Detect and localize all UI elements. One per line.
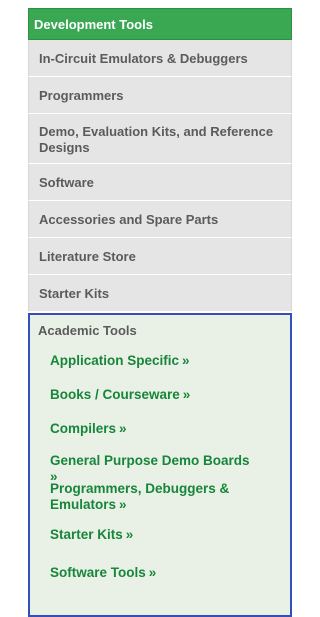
link-label: Programmers, Debuggers & Emulators bbox=[50, 481, 230, 512]
link-label: General Purpose Demo Boards bbox=[50, 453, 250, 468]
double-chevron-icon: » bbox=[125, 527, 134, 542]
double-chevron-icon: » bbox=[119, 421, 127, 436]
link-label: Books / Courseware bbox=[50, 387, 180, 402]
menu-item-programmers[interactable]: Programmers bbox=[28, 77, 292, 114]
link-programmers-debuggers-emulators[interactable]: Programmers, Debuggers & Emulators» bbox=[50, 481, 286, 513]
double-chevron-icon: » bbox=[182, 353, 190, 368]
menu-item-label: Literature Store bbox=[39, 248, 136, 264]
link-compilers[interactable]: Compilers» bbox=[50, 421, 286, 437]
menu-item-label: Software bbox=[39, 174, 94, 190]
menu-item-label: Accessories and Spare Parts bbox=[39, 211, 219, 227]
menu-item-starter-kits[interactable]: Starter Kits bbox=[28, 275, 292, 312]
academic-tools-title[interactable]: Academic Tools bbox=[30, 315, 290, 347]
link-label: Application Specific bbox=[50, 353, 180, 368]
menu-item-software[interactable]: Software bbox=[28, 164, 292, 201]
double-chevron-icon: » bbox=[119, 497, 127, 512]
menu-item-label: Programmers bbox=[39, 87, 124, 103]
double-chevron-icon: » bbox=[182, 387, 191, 402]
link-label: Starter Kits bbox=[50, 527, 123, 542]
menu-item-literature-store[interactable]: Literature Store bbox=[28, 238, 292, 275]
link-starter-kits[interactable]: Starter Kits» bbox=[50, 527, 286, 543]
menu-item-label: In-Circuit Emulators & Debuggers bbox=[39, 50, 248, 66]
menu-item-label: Starter Kits bbox=[39, 285, 110, 301]
link-software-tools[interactable]: Software Tools» bbox=[50, 565, 286, 581]
link-label: Compilers bbox=[50, 421, 117, 436]
menu-item-accessories[interactable]: Accessories and Spare Parts bbox=[28, 201, 292, 238]
development-tools-menu: Development Tools In-Circuit Emulators &… bbox=[28, 8, 292, 617]
academic-tools-panel: Academic Tools Application Specific» Boo… bbox=[28, 313, 292, 617]
menu-item-demo-evaluation-kits[interactable]: Demo, Evaluation Kits, and Reference Des… bbox=[28, 114, 292, 164]
menu-item-label: Demo, Evaluation Kits, and Reference Des… bbox=[39, 123, 274, 155]
menu-header[interactable]: Development Tools bbox=[28, 8, 292, 40]
menu-item-in-circuit-emulators[interactable]: In-Circuit Emulators & Debuggers bbox=[28, 40, 292, 77]
link-application-specific[interactable]: Application Specific» bbox=[50, 353, 286, 369]
link-books-courseware[interactable]: Books / Courseware» bbox=[50, 387, 286, 403]
